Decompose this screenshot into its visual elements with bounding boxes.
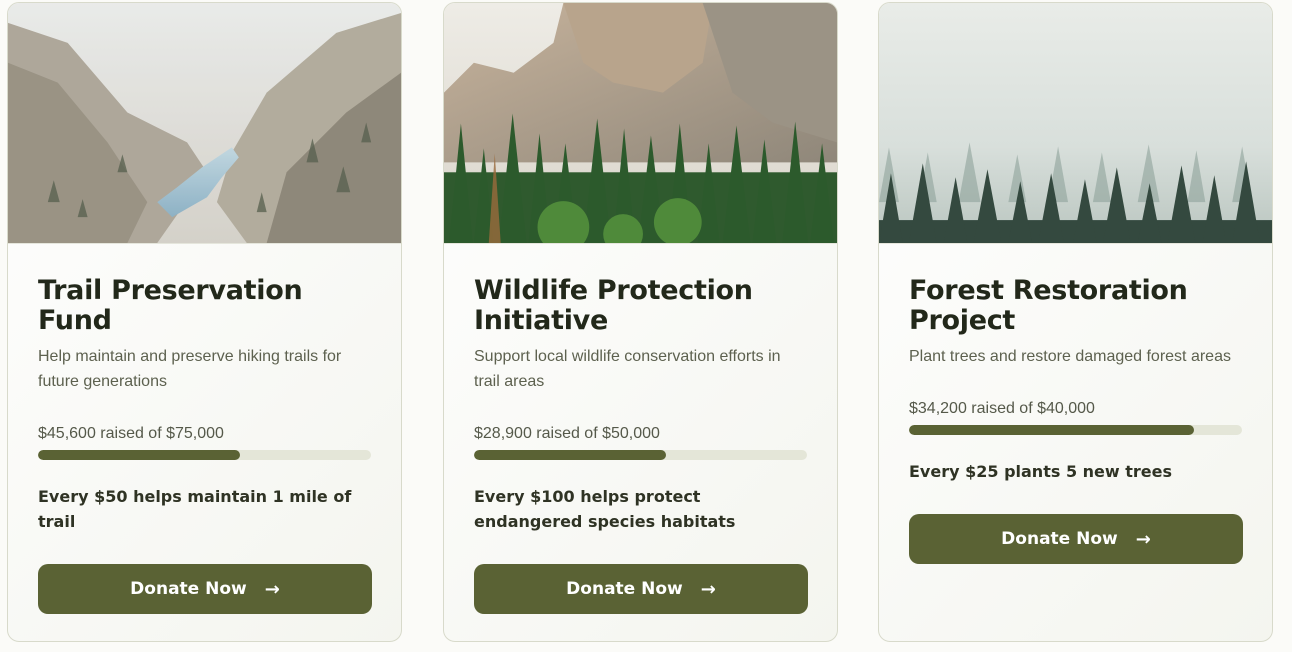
campaign-description: Help maintain and preserve hiking trails…: [38, 348, 342, 390]
raised-amount: $28,900 raised of $50,000: [474, 425, 660, 442]
campaign-title: Trail Preservation Fund: [38, 275, 303, 336]
donate-now-button[interactable]: Donate Now →: [474, 564, 808, 614]
progress-bar: [38, 450, 371, 460]
progress-fill: [474, 450, 667, 460]
campaign-description: Support local wildlife conservation effo…: [474, 348, 781, 390]
arrow-right-icon: →: [1135, 528, 1151, 550]
progress-fill: [909, 425, 1194, 435]
donate-button-label: Donate Now: [566, 579, 683, 599]
progress-fill: [38, 450, 241, 460]
impact-statement: Every $100 helps protect endangered spec…: [474, 487, 736, 531]
progress-bar: [474, 450, 807, 460]
mountain-forest-image: [444, 3, 837, 244]
campaign-grid: Trail Preservation Fund Help maintain an…: [0, 0, 1292, 652]
donate-now-button[interactable]: Donate Now →: [38, 564, 372, 614]
raised-amount: $45,600 raised of $75,000: [38, 425, 224, 442]
impact-statement: Every $50 helps maintain 1 mile of trail: [38, 487, 352, 531]
impact-statement: Every $25 plants 5 new trees: [909, 462, 1172, 481]
donate-button-label: Donate Now: [1001, 529, 1118, 549]
campaign-title: Wildlife Protection Initiative: [474, 275, 753, 336]
campaign-description: Plant trees and restore damaged forest a…: [909, 348, 1231, 365]
foggy-forest-image: [879, 3, 1272, 244]
donate-now-button[interactable]: Donate Now →: [909, 514, 1243, 564]
campaign-title: Forest Restoration Project: [909, 275, 1188, 336]
donate-button-label: Donate Now: [130, 579, 247, 599]
campaign-card-forest-restoration: Forest Restoration Project Plant trees a…: [878, 2, 1273, 642]
campaign-card-trail-preservation: Trail Preservation Fund Help maintain an…: [7, 2, 402, 642]
campaign-card-wildlife-protection: Wildlife Protection Initiative Support l…: [443, 2, 838, 642]
canyon-river-image: [8, 3, 401, 244]
arrow-right-icon: →: [264, 578, 280, 600]
arrow-right-icon: →: [700, 578, 716, 600]
progress-bar: [909, 425, 1242, 435]
raised-amount: $34,200 raised of $40,000: [909, 400, 1095, 417]
